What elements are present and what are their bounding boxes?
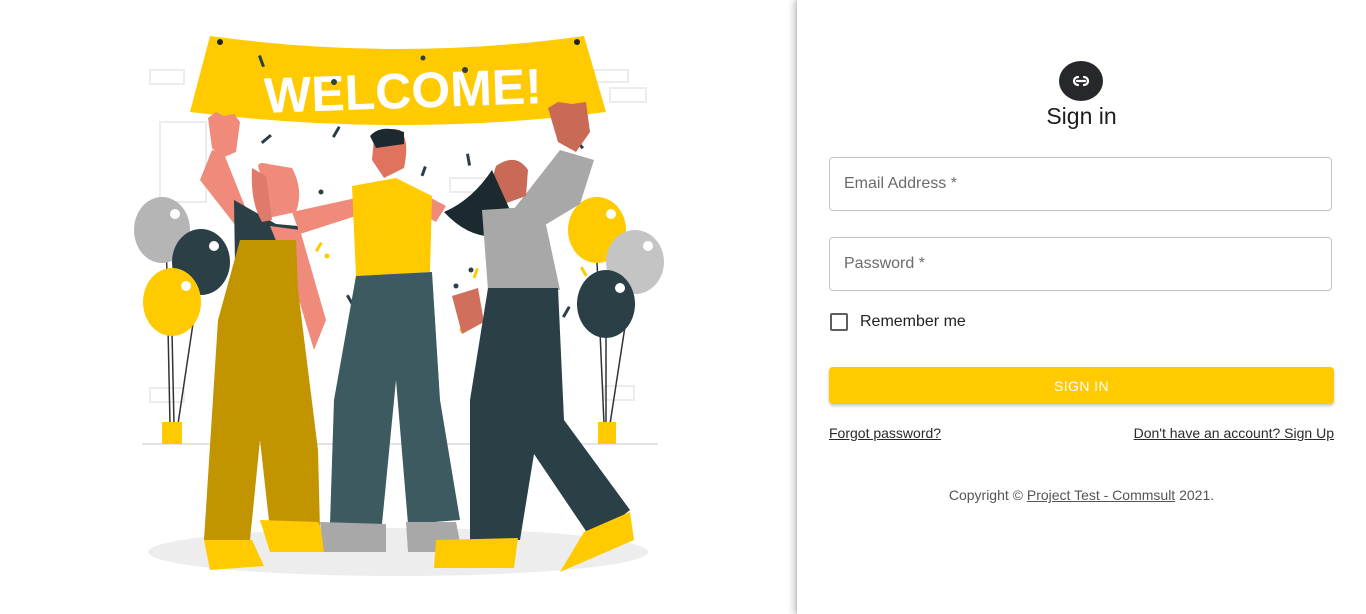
password-input[interactable] <box>830 238 1331 290</box>
welcome-illustration: WELCOME! <box>134 36 664 576</box>
email-input[interactable] <box>830 158 1331 210</box>
copyright-suffix: 2021. <box>1179 487 1215 503</box>
copyright-project-link[interactable]: Project Test - Commsult <box>1027 487 1175 503</box>
remember-me-checkbox[interactable] <box>830 313 848 331</box>
welcome-illustration-panel: WELCOME! <box>0 0 797 614</box>
copyright-text: Copyright © Project Test - Commsult 2021… <box>797 487 1366 503</box>
remember-me-label: Remember me <box>860 313 966 330</box>
copyright-prefix: Copyright © <box>948 487 1023 503</box>
woman-left-figure <box>200 112 332 570</box>
logo-avatar <box>1059 61 1103 101</box>
infinity-link-icon <box>1072 75 1090 87</box>
remember-me-control[interactable]: Remember me <box>830 311 966 333</box>
balloons-right <box>568 197 664 444</box>
sign-in-button[interactable]: SIGN IN <box>829 367 1334 404</box>
email-field[interactable] <box>829 157 1332 211</box>
password-field[interactable] <box>829 237 1332 291</box>
page-title: Sign in <box>1046 103 1117 129</box>
welcome-banner: WELCOME! <box>190 36 606 125</box>
sign-up-link[interactable]: Don't have an account? Sign Up <box>1134 425 1334 441</box>
forgot-password-link[interactable]: Forgot password? <box>829 425 941 441</box>
banner-text: WELCOME! <box>263 58 543 124</box>
signin-panel: Sign in Remember me SIGN IN Forgot passw… <box>797 0 1366 614</box>
